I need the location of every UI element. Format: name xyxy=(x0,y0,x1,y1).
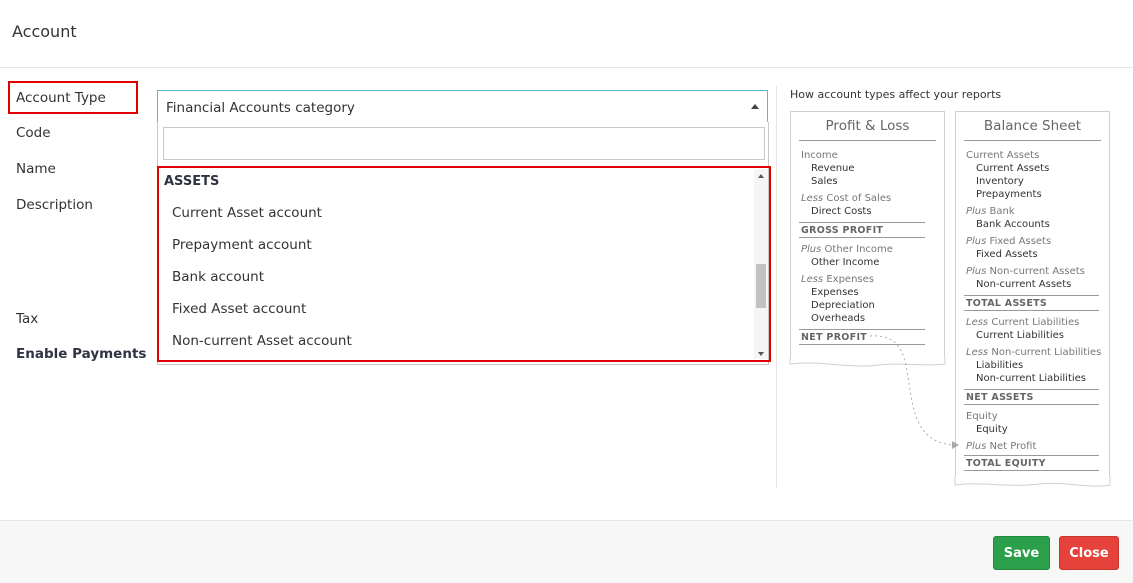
account-type-dropdown: ASSETS Current Asset account Prepayment … xyxy=(157,122,771,365)
option-fixed-asset[interactable]: Fixed Asset account xyxy=(172,301,306,317)
dropdown-scrollbar[interactable] xyxy=(754,169,768,359)
name-label: Name xyxy=(16,161,56,177)
page-title: Account xyxy=(12,22,77,41)
panel-divider xyxy=(776,86,777,488)
expenses-label: Expenses xyxy=(826,274,874,285)
net-profit-heading: Plus Net Profit xyxy=(966,440,1036,453)
other-income-heading: Plus Other Income xyxy=(801,243,893,256)
net-profit-total: NET PROFIT xyxy=(801,332,868,343)
account-type-selected-value: Financial Accounts category xyxy=(166,100,355,116)
scroll-up-icon[interactable] xyxy=(758,174,764,178)
modal-header: Account xyxy=(0,0,1133,68)
option-bank[interactable]: Bank account xyxy=(172,269,264,285)
prepayments-item: Prepayments xyxy=(976,189,1042,200)
other-income-item: Other Income xyxy=(811,257,880,268)
divider xyxy=(964,455,1099,456)
equity-heading: Equity xyxy=(966,411,998,422)
net-profit-connector-arrow-icon xyxy=(869,335,959,449)
modal-footer: Save Close xyxy=(0,520,1133,583)
noncurrent-liabilities-label: Non-current Liabilities xyxy=(991,347,1102,358)
enable-payments-label: Enable Payments xyxy=(16,346,147,362)
equity-item: Equity xyxy=(976,424,1008,435)
divider xyxy=(799,237,925,238)
bank-accounts-item: Bank Accounts xyxy=(976,219,1050,230)
option-prepayment[interactable]: Prepayment account xyxy=(172,237,312,253)
income-heading: Income xyxy=(801,150,838,161)
liabilities-item: Liabilities xyxy=(976,360,1024,371)
depreciation-item: Depreciation xyxy=(811,300,875,311)
bank-label: Bank xyxy=(989,206,1015,217)
current-assets-item: Current Assets xyxy=(976,163,1050,174)
other-income-label: Other Income xyxy=(824,244,893,255)
gross-profit-total: GROSS PROFIT xyxy=(801,225,884,236)
inventory-item: Inventory xyxy=(976,176,1024,187)
plus-label: Plus xyxy=(966,206,987,217)
balance-sheet-report: Balance Sheet Current Assets Current Ass… xyxy=(955,111,1110,481)
noncurrent-assets-heading: Plus Non-current Assets xyxy=(966,265,1085,278)
account-type-select[interactable]: Financial Accounts category xyxy=(157,90,768,123)
fixed-assets-label: Fixed Assets xyxy=(989,236,1052,247)
noncurrent-liabilities-item: Non-current Liabilities xyxy=(976,373,1087,384)
description-label: Description xyxy=(16,197,93,213)
current-assets-heading: Current Assets xyxy=(966,150,1040,161)
noncurrent-assets-item: Non-current Assets xyxy=(976,279,1072,290)
divider xyxy=(964,295,1099,296)
cost-of-sales-heading: Less Cost of Sales xyxy=(801,192,891,205)
net-assets-total: NET ASSETS xyxy=(966,392,1034,403)
noncurrent-assets-label: Non-current Assets xyxy=(989,266,1085,277)
less-label: Less xyxy=(966,317,989,328)
direct-costs-item: Direct Costs xyxy=(811,206,872,217)
current-liabilities-item: Current Liabilities xyxy=(976,330,1064,341)
divider xyxy=(799,222,925,223)
net-profit-label: Net Profit xyxy=(989,441,1037,452)
divider xyxy=(964,470,1099,471)
expenses-heading: Less Expenses xyxy=(801,273,874,286)
close-button[interactable]: Close xyxy=(1059,536,1119,570)
torn-edge-icon xyxy=(954,476,1111,487)
plus-label: Plus xyxy=(801,244,822,255)
code-label: Code xyxy=(16,125,51,141)
plus-label: Plus xyxy=(966,236,987,247)
expenses-item: Expenses xyxy=(811,287,859,298)
dropdown-search-input[interactable] xyxy=(163,127,765,160)
current-liabilities-label: Current Liabilities xyxy=(991,317,1080,328)
divider xyxy=(799,140,936,141)
account-type-label: Account Type xyxy=(16,90,106,106)
fixed-assets-item: Fixed Assets xyxy=(976,249,1038,260)
balance-sheet-title: Balance Sheet xyxy=(983,118,1082,134)
less-label: Less xyxy=(801,274,824,285)
dropdown-options-list[interactable]: ASSETS Current Asset account Prepayment … xyxy=(157,166,771,362)
divider xyxy=(964,310,1099,311)
noncurrent-liabilities-heading: Less Non-current Liabilities xyxy=(966,346,1101,359)
bank-heading: Plus Bank xyxy=(966,205,1015,218)
caret-up-icon xyxy=(751,104,759,109)
total-assets-total: TOTAL ASSETS xyxy=(966,298,1048,309)
help-title: How account types affect your reports xyxy=(790,88,1002,101)
cost-of-sales-label: Cost of Sales xyxy=(826,193,892,204)
profit-loss-report: Profit & Loss Income Revenue Sales Less … xyxy=(790,111,945,363)
sales-item: Sales xyxy=(811,176,838,187)
divider xyxy=(964,140,1101,141)
scroll-down-icon[interactable] xyxy=(758,352,764,356)
less-label: Less xyxy=(801,193,824,204)
current-liabilities-heading: Less Current Liabilities xyxy=(966,316,1079,329)
option-noncurrent-asset[interactable]: Non-current Asset account xyxy=(172,333,352,349)
scrollbar-thumb[interactable] xyxy=(756,264,766,308)
fixed-assets-heading: Plus Fixed Assets xyxy=(966,235,1051,248)
total-equity-total: TOTAL EQUITY xyxy=(966,458,1046,469)
tax-label: Tax xyxy=(16,311,39,327)
revenue-item: Revenue xyxy=(811,163,855,174)
save-button[interactable]: Save xyxy=(993,536,1050,570)
profit-loss-title: Profit & Loss xyxy=(825,118,910,134)
divider xyxy=(964,404,1099,405)
option-group-assets: ASSETS xyxy=(164,174,220,189)
option-current-asset[interactable]: Current Asset account xyxy=(172,205,322,221)
plus-label: Plus xyxy=(966,266,987,277)
overheads-item: Overheads xyxy=(811,313,866,324)
divider xyxy=(964,389,1099,390)
